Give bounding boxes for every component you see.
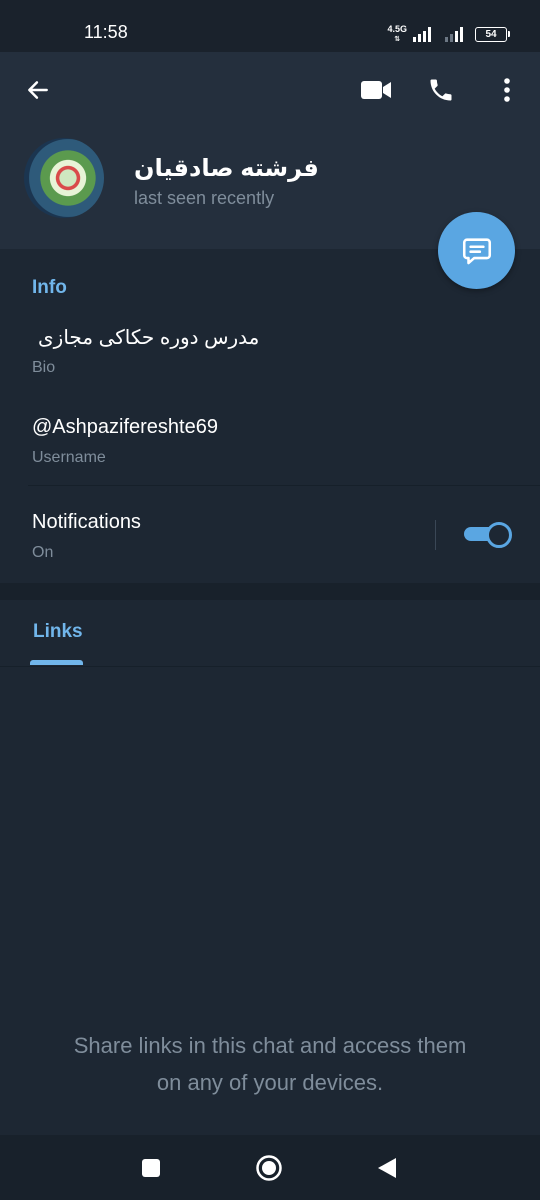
triangle-back-icon — [378, 1157, 396, 1178]
last-seen-status: last seen recently — [134, 188, 275, 208]
section-gap — [0, 583, 540, 600]
recents-button[interactable] — [121, 1135, 181, 1200]
signal-strength-secondary-icon — [445, 26, 463, 42]
battery-icon: 54 — [475, 26, 510, 42]
tab-links[interactable]: Links — [33, 621, 83, 643]
status-indicators: 4.5G ⇅ 54 — [387, 22, 510, 46]
empty-state-line-2: on any of your devices. — [156, 1070, 384, 1095]
phone-icon — [430, 79, 452, 101]
video-camera-icon — [361, 81, 391, 99]
media-tabs: Links — [0, 600, 540, 667]
network-type: 4.5G ⇅ — [387, 23, 407, 43]
battery-level: 54 — [475, 26, 507, 42]
divider — [28, 485, 540, 486]
avatar[interactable] — [24, 138, 104, 218]
signal-strength-icon — [413, 26, 431, 42]
tab-indicator — [30, 660, 83, 665]
status-bar: 11:58 4.5G ⇅ 54 — [0, 0, 540, 52]
bio-value[interactable]: مدرس دوره حکاکی مجازی — [38, 325, 259, 350]
call-button[interactable] — [421, 70, 461, 110]
empty-state-line-1: Share links in this chat and access them — [73, 1033, 467, 1058]
home-circle-icon — [256, 1154, 282, 1181]
home-button[interactable] — [239, 1135, 299, 1200]
info-title: Info — [32, 277, 67, 298]
back-button[interactable] — [18, 70, 58, 110]
system-navigation-bar — [0, 1135, 540, 1200]
more-options-button[interactable] — [487, 70, 527, 110]
username-value[interactable]: @Ashpazifereshte69 — [32, 416, 218, 439]
separator — [435, 520, 436, 550]
status-time: 11:58 — [84, 22, 128, 42]
profile-name: فرشته صادقیان — [134, 155, 319, 182]
back-nav-button[interactable] — [357, 1135, 417, 1200]
more-vertical-icon — [504, 78, 510, 102]
square-icon — [142, 1158, 160, 1177]
notifications-toggle[interactable] — [464, 522, 512, 548]
username-label: Username — [32, 449, 106, 466]
message-icon — [462, 237, 491, 264]
notifications-status: On — [32, 544, 54, 561]
arrow-left-icon — [28, 81, 48, 99]
links-empty-state: Share links in this chat and access them… — [0, 1027, 540, 1101]
send-message-button[interactable] — [438, 212, 515, 289]
video-call-button[interactable] — [356, 70, 396, 110]
notifications-title[interactable]: Notifications — [32, 511, 141, 534]
bio-label: Bio — [32, 359, 56, 376]
